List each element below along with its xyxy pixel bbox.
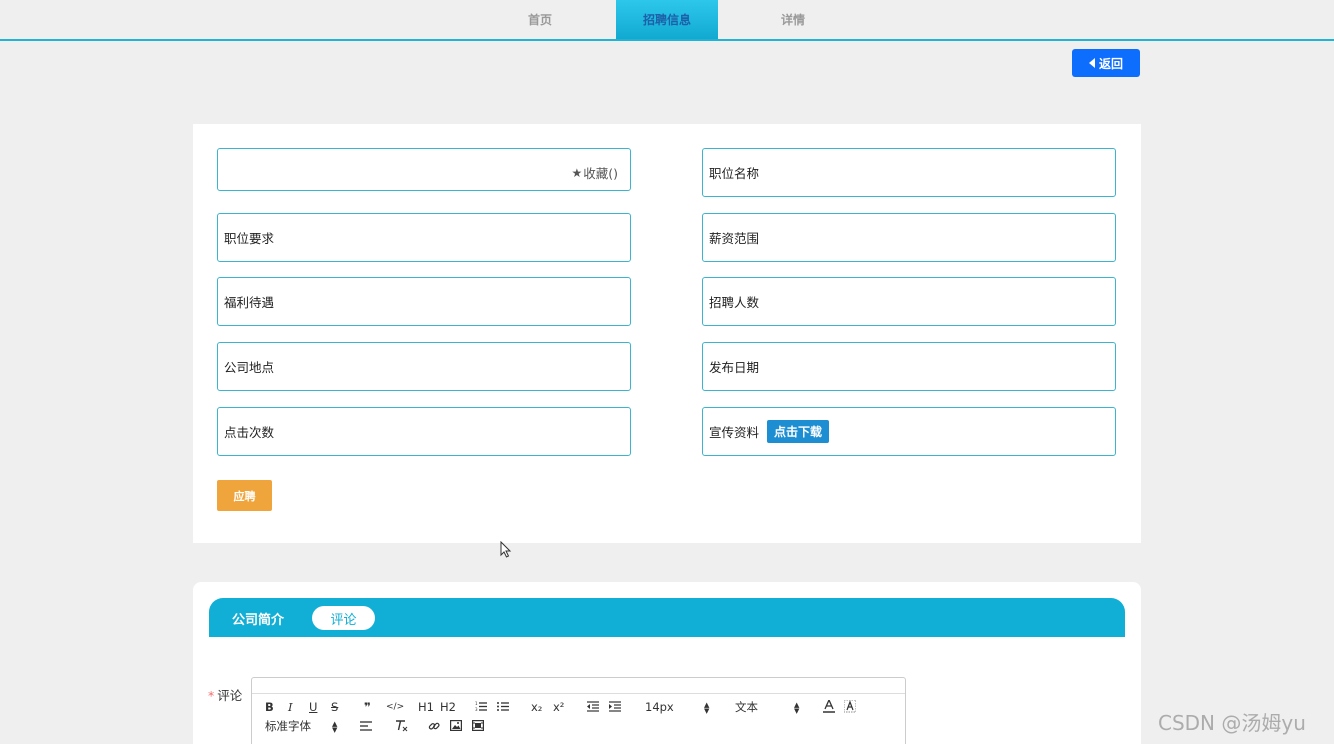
nav-tab-detail[interactable]: 详情 bbox=[742, 0, 844, 39]
outdent-icon[interactable] bbox=[587, 701, 599, 712]
click-count-field: 点击次数 bbox=[217, 407, 631, 456]
favorite-field: ★ 收藏() bbox=[217, 148, 631, 191]
apply-button[interactable]: 应聘 bbox=[217, 480, 272, 511]
favorite-label: 收藏() bbox=[583, 166, 618, 181]
star-icon: ★ bbox=[571, 165, 583, 180]
bold-button[interactable]: B bbox=[265, 700, 274, 714]
salary-range-label: 薪资范围 bbox=[709, 231, 760, 246]
font-size-value: 14px bbox=[645, 700, 674, 714]
watermark: CSDN @汤姆yu bbox=[1158, 711, 1306, 735]
job-title-field: 职位名称 bbox=[702, 148, 1116, 197]
required-mark: * bbox=[208, 688, 215, 703]
back-button-label: 返回 bbox=[1098, 56, 1123, 71]
ordered-list-icon[interactable]: 13 bbox=[475, 701, 487, 712]
header1-button[interactable]: H1 bbox=[418, 700, 434, 714]
header2-button[interactable]: H2 bbox=[440, 700, 456, 714]
click-count-label: 点击次数 bbox=[224, 425, 275, 440]
job-title-label: 职位名称 bbox=[709, 166, 760, 181]
header-select[interactable]: 文本 bbox=[735, 700, 758, 714]
link-icon[interactable] bbox=[428, 720, 440, 732]
detail-tab-bar: 公司简介 评论 bbox=[209, 598, 1125, 637]
nav-tab-jobs[interactable]: 招聘信息 bbox=[616, 0, 718, 39]
headcount-label: 招聘人数 bbox=[709, 295, 760, 310]
strike-button[interactable]: S bbox=[331, 700, 338, 714]
code-block-button[interactable]: </> bbox=[386, 700, 404, 714]
job-requirements-label: 职位要求 bbox=[224, 231, 275, 246]
job-info-card: ★ 收藏() 职位名称 职位要求 薪资范围 福利待遇 招聘人数 公司地点 发布日… bbox=[193, 124, 1141, 543]
subscript-button[interactable]: x₂ bbox=[531, 700, 542, 714]
font-family-value: 标准字体 bbox=[265, 719, 311, 733]
chevron-updown-icon: ▲ ▼ bbox=[704, 701, 710, 715]
clear-format-icon[interactable] bbox=[395, 720, 408, 732]
font-size-select[interactable]: 14px bbox=[645, 700, 674, 714]
svg-text:3: 3 bbox=[475, 707, 478, 712]
benefits-label: 福利待遇 bbox=[224, 295, 275, 310]
back-button[interactable]: 返回 bbox=[1072, 49, 1140, 77]
underline-button[interactable]: U bbox=[309, 700, 317, 714]
promo-materials-field: 宣传资料 点击下载 bbox=[702, 407, 1116, 456]
mouse-cursor-icon bbox=[500, 541, 512, 558]
header-select-value: 文本 bbox=[735, 700, 758, 714]
font-family-select[interactable]: 标准字体 bbox=[265, 719, 311, 733]
editor-top-bar bbox=[252, 678, 905, 694]
bullet-list-icon[interactable] bbox=[497, 701, 509, 712]
tab-comments[interactable]: 评论 bbox=[312, 606, 375, 630]
comment-label-text: 评论 bbox=[217, 688, 243, 703]
publish-date-label: 发布日期 bbox=[709, 360, 760, 375]
chevron-updown-icon: ▲ ▼ bbox=[332, 720, 338, 734]
chevron-updown-icon: ▲ ▼ bbox=[794, 701, 800, 715]
top-nav: 首页 招聘信息 详情 bbox=[0, 0, 1334, 41]
comment-editor[interactable]: B I U S ❞ </> H1 H2 13 x₂ x² 14px ▲ ▼ 文本 … bbox=[251, 677, 906, 744]
detail-card: 公司简介 评论 * 评论 B I U S ❞ </> H1 H2 13 x₂ x² bbox=[193, 582, 1141, 744]
comment-label: * 评论 bbox=[208, 685, 242, 704]
superscript-button[interactable]: x² bbox=[553, 700, 564, 714]
tab-company-intro[interactable]: 公司简介 bbox=[223, 606, 293, 630]
blockquote-button[interactable]: ❞ bbox=[364, 700, 371, 714]
favorite-button[interactable]: ★ 收藏() bbox=[571, 163, 618, 182]
image-icon[interactable] bbox=[450, 720, 462, 731]
salary-range-field: 薪资范围 bbox=[702, 213, 1116, 262]
caret-left-icon bbox=[1088, 58, 1095, 68]
video-icon[interactable] bbox=[472, 720, 484, 731]
italic-button[interactable]: I bbox=[288, 700, 293, 714]
download-button[interactable]: 点击下载 bbox=[767, 420, 830, 443]
text-color-icon[interactable] bbox=[823, 700, 835, 713]
company-location-field: 公司地点 bbox=[217, 342, 631, 391]
align-left-icon[interactable] bbox=[360, 721, 372, 731]
nav-tab-home[interactable]: 首页 bbox=[489, 0, 591, 39]
background-color-icon[interactable] bbox=[844, 700, 856, 713]
indent-icon[interactable] bbox=[609, 701, 621, 712]
promo-materials-label: 宣传资料 bbox=[709, 425, 760, 440]
benefits-field: 福利待遇 bbox=[217, 277, 631, 326]
svg-text:1: 1 bbox=[475, 701, 478, 706]
company-location-label: 公司地点 bbox=[224, 360, 275, 375]
job-requirements-field: 职位要求 bbox=[217, 213, 631, 262]
headcount-field: 招聘人数 bbox=[702, 277, 1116, 326]
publish-date-field: 发布日期 bbox=[702, 342, 1116, 391]
